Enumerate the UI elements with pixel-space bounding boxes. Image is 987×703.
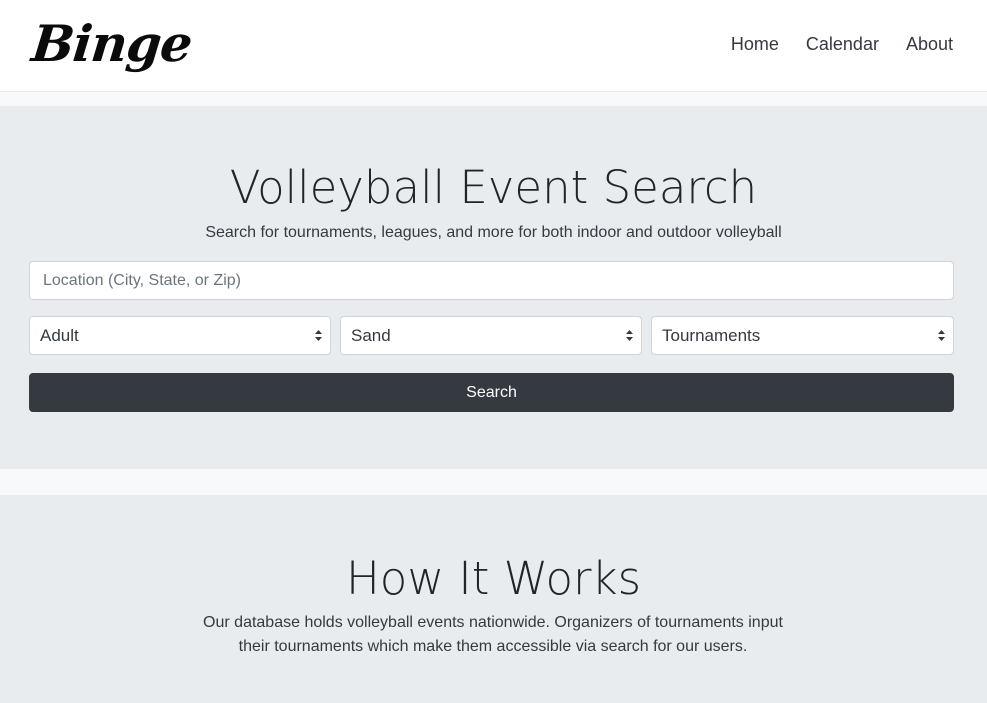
event-type-select[interactable]: Tournaments bbox=[651, 316, 954, 355]
surface-select[interactable]: Sand bbox=[340, 316, 642, 355]
nav-links: Home Calendar About bbox=[731, 32, 953, 56]
event-type-value: Tournaments bbox=[662, 326, 761, 345]
nav-link-home[interactable]: Home bbox=[731, 32, 779, 56]
nav-link-calendar[interactable]: Calendar bbox=[806, 32, 879, 56]
how-it-works-title: How It Works bbox=[345, 552, 642, 605]
chevron-up-down-icon bbox=[315, 317, 322, 354]
nav-link-about[interactable]: About bbox=[906, 32, 953, 56]
navbar: Binge Home Calendar About bbox=[0, 0, 987, 92]
search-button[interactable]: Search bbox=[29, 373, 954, 412]
age-group-select[interactable]: Adult bbox=[29, 316, 331, 355]
search-section: Volleyball Event Search Search for tourn… bbox=[0, 106, 987, 469]
page-title: Volleyball Event Search bbox=[229, 161, 758, 214]
how-it-works-text: Our database holds volleyball events nat… bbox=[203, 614, 783, 655]
age-group-value: Adult bbox=[40, 326, 79, 345]
chevron-up-down-icon bbox=[626, 317, 633, 354]
chevron-up-down-icon bbox=[938, 317, 945, 354]
how-it-works-section: How It Works Our database holds volleyba… bbox=[0, 495, 987, 703]
location-input[interactable] bbox=[29, 261, 954, 300]
surface-value: Sand bbox=[351, 326, 391, 345]
brand-logo[interactable]: Binge bbox=[28, 8, 195, 80]
page-subtitle: Search for tournaments, leagues, and mor… bbox=[205, 224, 782, 241]
